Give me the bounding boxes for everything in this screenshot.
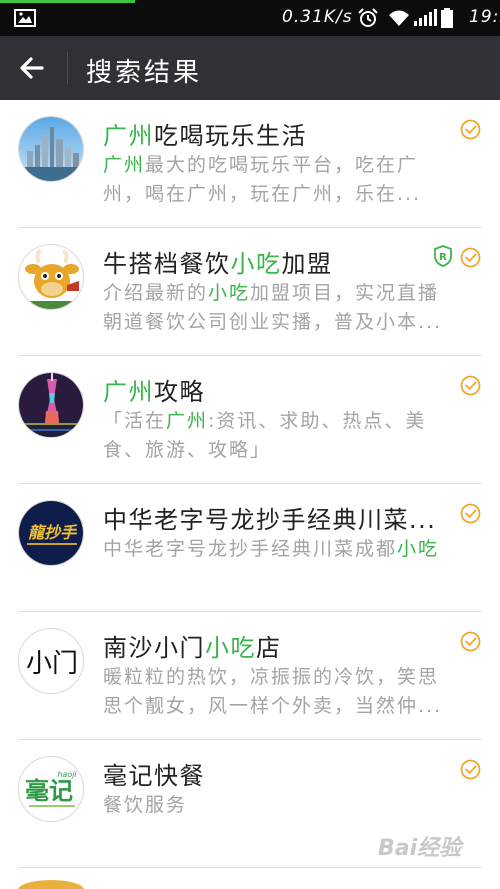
keyword-highlight: 小吃 xyxy=(230,250,282,278)
wifi-icon xyxy=(389,10,409,26)
result-name: 广州吃喝玩乐生活 xyxy=(103,116,443,151)
result-name-text: 毫记快餐 xyxy=(103,762,205,790)
haoji-logo-avatar: 毫记 haoji xyxy=(18,756,84,822)
verified-check-icon xyxy=(460,375,481,396)
next-result-avatar-partial xyxy=(18,880,84,889)
result-item[interactable]: 龍抄手 中华老字号龙抄手经典川菜... 中华老字号龙抄手经典川菜成都小吃 xyxy=(0,484,500,612)
svg-text:龍抄手: 龍抄手 xyxy=(28,523,78,542)
result-item[interactable]: 小门 南沙小门小吃店 暖粒粒的热饮，凉振振的冷饮，笑思思个靓女，风一样个外卖，当然仲… xyxy=(0,612,500,740)
city-skyline-avatar xyxy=(18,116,84,182)
result-name-text: 加盟 xyxy=(281,250,333,278)
clock-time: 19:57 xyxy=(469,7,500,27)
verified-check-icon xyxy=(460,631,481,652)
long-chaoshou-logo-avatar: 龍抄手 xyxy=(18,500,84,566)
result-name-text: 攻略 xyxy=(154,378,205,406)
title-bar: 搜索结果 xyxy=(0,36,500,100)
keyword-highlight: 小吃 xyxy=(208,282,251,304)
cow-mascot-avatar xyxy=(18,244,84,310)
keyword-highlight: 小吃 xyxy=(397,538,440,560)
back-arrow-icon[interactable] xyxy=(16,52,48,84)
result-description: 中华老字号龙抄手经典川菜成都小吃 xyxy=(103,535,451,564)
watermark-logo: Bai经验 xyxy=(378,836,462,861)
svg-text:R: R xyxy=(439,252,447,263)
result-description-text: 暖粒粒的热饮，凉振振的冷饮，笑思思个靓女，风一样个外卖，当然仲... xyxy=(103,666,443,717)
verified-check-icon xyxy=(460,119,481,140)
svg-text:小门: 小门 xyxy=(26,649,78,679)
result-description: 广州最大的吃喝玩乐平台，吃在广州，喝在广州，玩在广州，乐在... xyxy=(103,151,451,209)
result-description: 餐饮服务 xyxy=(103,791,451,820)
row-divider xyxy=(18,867,482,868)
result-description: 暖粒粒的热饮，凉振振的冷饮，笑思思个靓女，风一样个外卖，当然仲... xyxy=(103,663,451,721)
result-description: 介绍最新的小吃加盟项目，实况直播朝道餐饮公司创业实播，普及小本... xyxy=(103,279,451,337)
signal-icon xyxy=(414,9,437,26)
keyword-highlight: 广州 xyxy=(103,378,154,406)
result-name: 牛搭档餐饮小吃加盟 xyxy=(103,244,443,279)
verified-check-icon xyxy=(460,247,481,268)
result-name: 毫记快餐 xyxy=(103,756,443,791)
alarm-icon xyxy=(358,8,378,27)
result-item[interactable]: 牛搭档餐饮小吃加盟 介绍最新的小吃加盟项目，实况直播朝道餐饮公司创业实播，普及小本… xyxy=(0,228,500,356)
result-name-text: 南沙小门 xyxy=(103,634,205,662)
result-description-text: 最大的吃喝玩乐平台，吃在广州，喝在广州，玩在广州，乐在... xyxy=(103,154,422,205)
header-divider xyxy=(67,52,68,84)
result-name-text: 牛搭档餐饮 xyxy=(103,250,231,278)
result-name-text: 吃喝玩乐生活 xyxy=(154,122,307,150)
xiaomen-logo-avatar: 小门 xyxy=(18,628,84,694)
keyword-highlight: 广州 xyxy=(166,410,209,432)
keyword-highlight: 广州 xyxy=(103,122,154,150)
result-description-text: 介绍最新的 xyxy=(103,282,209,304)
canton-tower-avatar xyxy=(18,372,84,438)
network-speed: 0.31K/s xyxy=(282,7,353,27)
verified-check-icon xyxy=(460,759,481,780)
battery-icon xyxy=(441,8,453,28)
svg-text:haoji: haoji xyxy=(57,770,77,779)
result-item[interactable]: 广州攻略 「活在广州:资讯、求助、热点、美食、旅游、攻略」 xyxy=(0,356,500,484)
load-progress-bar xyxy=(0,0,135,3)
svg-text:毫记: 毫记 xyxy=(25,777,73,805)
page-title: 搜索结果 xyxy=(86,58,203,88)
result-description-text: 中华老字号龙抄手经典川菜成都 xyxy=(103,538,398,560)
keyword-highlight: 广州 xyxy=(103,154,146,176)
result-name: 中华老字号龙抄手经典川菜... xyxy=(103,500,443,535)
result-name: 广州攻略 xyxy=(103,372,443,407)
result-name-text: 店 xyxy=(256,634,282,662)
result-description-text: 「活在 xyxy=(103,410,167,432)
shield-icon: R xyxy=(433,245,453,267)
result-item[interactable]: 广州吃喝玩乐生活 广州最大的吃喝玩乐平台，吃在广州，喝在广州，玩在广州，乐在... xyxy=(0,100,500,228)
keyword-highlight: 小吃 xyxy=(205,634,256,662)
result-description: 「活在广州:资讯、求助、热点、美食、旅游、攻略」 xyxy=(103,407,451,465)
gallery-icon xyxy=(14,9,36,27)
verified-check-icon xyxy=(460,503,481,524)
search-results-list: 广州吃喝玩乐生活 广州最大的吃喝玩乐平台，吃在广州，喝在广州，玩在广州，乐在...… xyxy=(0,100,500,868)
status-bar: 0.31K/s 19:57 xyxy=(0,0,500,36)
result-name: 南沙小门小吃店 xyxy=(103,628,443,663)
result-name-text: 中华老字号龙抄手经典川菜... xyxy=(103,506,437,534)
result-description-text: 餐饮服务 xyxy=(103,794,188,816)
